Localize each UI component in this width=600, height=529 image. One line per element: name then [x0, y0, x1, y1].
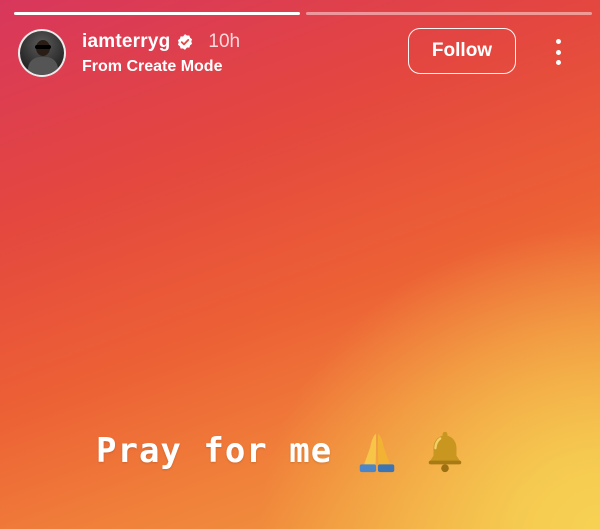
praying-hands-icon: [359, 433, 395, 473]
more-options-icon[interactable]: [548, 39, 568, 65]
story-caption: Pray for me: [96, 428, 468, 474]
story-progress-bar: [14, 12, 592, 15]
verified-badge-icon: [178, 33, 193, 50]
avatar[interactable]: [18, 29, 66, 77]
follow-button[interactable]: Follow: [408, 28, 516, 74]
story-meta: iamterryg 10h From Create Mode: [82, 31, 240, 76]
progress-segment: [14, 12, 300, 15]
story-header: iamterryg 10h From Create Mode Follow: [18, 27, 586, 79]
bell-icon: [428, 431, 462, 473]
progress-segment: [306, 12, 592, 15]
post-time: 10h: [208, 30, 241, 52]
story-viewer[interactable]: iamterryg 10h From Create Mode Follow Pr…: [0, 0, 600, 529]
username[interactable]: iamterryg: [82, 31, 170, 53]
story-subtitle: From Create Mode: [82, 57, 223, 75]
caption-text: Pray for me: [96, 431, 333, 471]
